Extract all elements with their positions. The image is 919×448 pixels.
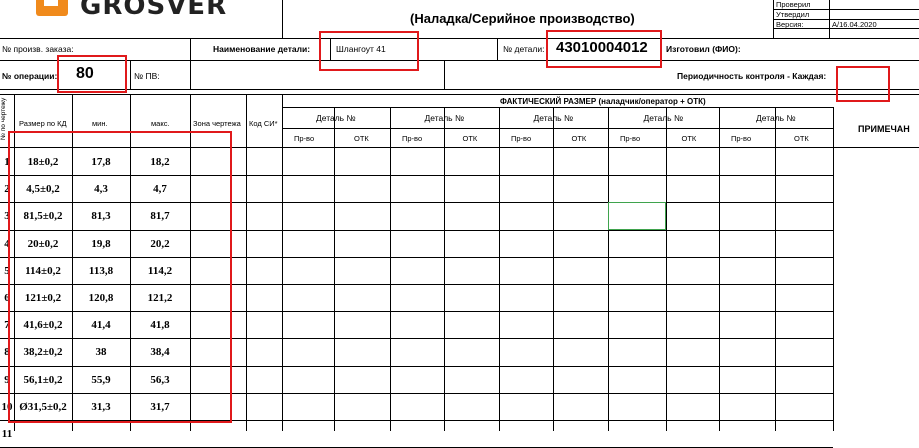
divider bbox=[497, 38, 498, 60]
divider bbox=[444, 60, 445, 89]
part-no-label: № детали: bbox=[503, 44, 545, 54]
otk-header: ОТК bbox=[681, 134, 697, 143]
divider bbox=[190, 38, 191, 60]
checked-label: Проверил bbox=[776, 0, 811, 9]
selected-cell[interactable] bbox=[608, 202, 666, 230]
periodicity-label: Периодичность контроля - Каждая: bbox=[677, 71, 827, 81]
prod-header: Пр-во bbox=[294, 134, 315, 143]
col-si-header: Код СИ* bbox=[249, 119, 278, 128]
highlight-periodicity bbox=[836, 66, 890, 102]
column-divider bbox=[499, 107, 500, 431]
otk-header: ОТК bbox=[462, 134, 478, 143]
divider bbox=[282, 128, 833, 129]
col-min-header: мин. bbox=[92, 119, 108, 128]
highlight-part-no bbox=[546, 30, 662, 68]
column-divider bbox=[444, 107, 445, 431]
order-label: № произв. заказа: bbox=[2, 44, 74, 54]
col-num-header: № по чертежу bbox=[0, 97, 7, 140]
prod-header: Пр-во bbox=[731, 134, 752, 143]
divider bbox=[190, 60, 191, 89]
part-name-label: Наименование детали: bbox=[213, 44, 311, 54]
notes-header: ПРИМЕЧАН bbox=[858, 124, 910, 134]
detail-header-4: Деталь № bbox=[643, 113, 684, 123]
column-divider bbox=[334, 107, 335, 431]
operation-label: № операции: bbox=[2, 71, 58, 81]
prod-header: Пр-во bbox=[620, 134, 641, 143]
column-divider bbox=[666, 107, 667, 431]
divider bbox=[130, 60, 131, 89]
divider bbox=[0, 89, 919, 90]
logo-icon bbox=[36, 0, 68, 16]
highlight-operation bbox=[57, 55, 127, 93]
column-divider bbox=[553, 107, 554, 431]
actual-size-header: ФАКТИЧЕСКИЙ РАЗМЕР (наладчик/оператор + … bbox=[500, 97, 706, 106]
column-divider bbox=[246, 94, 247, 431]
col-max-header: макс. bbox=[151, 119, 170, 128]
otk-header: ОТК bbox=[571, 134, 587, 143]
column-divider bbox=[775, 107, 776, 431]
pv-label: № ПВ: bbox=[134, 71, 160, 81]
highlight-part-name bbox=[319, 31, 419, 71]
version-label: Версия: bbox=[776, 20, 804, 29]
col-size-header: Размер по КД bbox=[19, 119, 67, 128]
highlight-dimensions bbox=[8, 131, 232, 423]
divider bbox=[0, 60, 919, 61]
divider bbox=[282, 0, 283, 38]
divider bbox=[0, 38, 919, 39]
divider bbox=[0, 94, 919, 95]
column-divider bbox=[608, 107, 609, 431]
made-by-label: Изготовил (ФИО): bbox=[666, 44, 741, 54]
document-title: (Наладка/Серийное производство) bbox=[410, 11, 635, 26]
column-divider bbox=[833, 107, 834, 431]
approved-label: Утвердил bbox=[776, 10, 810, 19]
divider bbox=[282, 107, 833, 108]
column-divider bbox=[282, 94, 283, 431]
prod-header: Пр-во bbox=[511, 134, 532, 143]
version-value: А/16.04.2020 bbox=[832, 20, 877, 29]
col-zone-header: Зона чертежа bbox=[193, 119, 241, 128]
row-number: 11 bbox=[1, 428, 13, 440]
detail-header-1: Деталь № bbox=[316, 113, 356, 123]
otk-header: ОТК bbox=[794, 134, 809, 143]
otk-header: ОТК bbox=[354, 134, 369, 143]
prod-header: Пр-во bbox=[402, 134, 423, 143]
logo-text: GROSVER bbox=[80, 0, 228, 21]
column-divider bbox=[390, 107, 391, 431]
column-divider bbox=[719, 107, 720, 431]
